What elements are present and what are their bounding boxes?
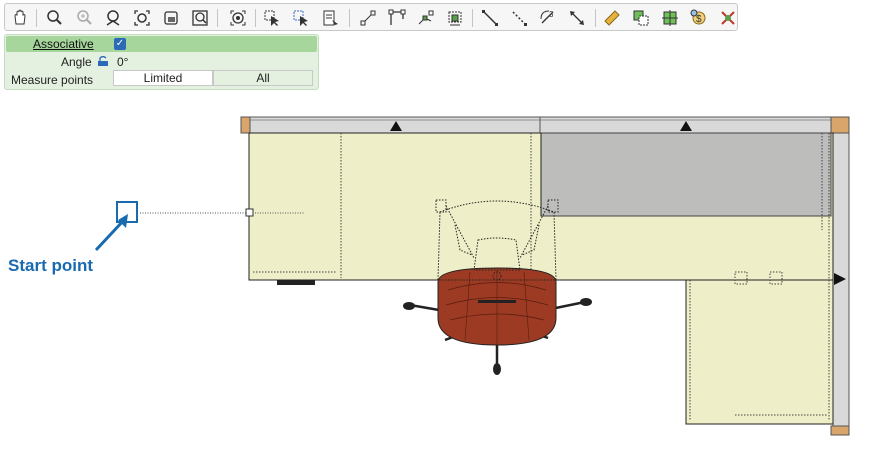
storage-panel (540, 132, 832, 217)
corner-post (830, 116, 850, 134)
start-point-label: Start point (8, 256, 93, 275)
desk-return (685, 279, 834, 425)
corner-post (240, 116, 251, 134)
corner-post (830, 425, 850, 436)
start-point-arrow (94, 214, 128, 252)
top-frame-rail (248, 116, 834, 134)
